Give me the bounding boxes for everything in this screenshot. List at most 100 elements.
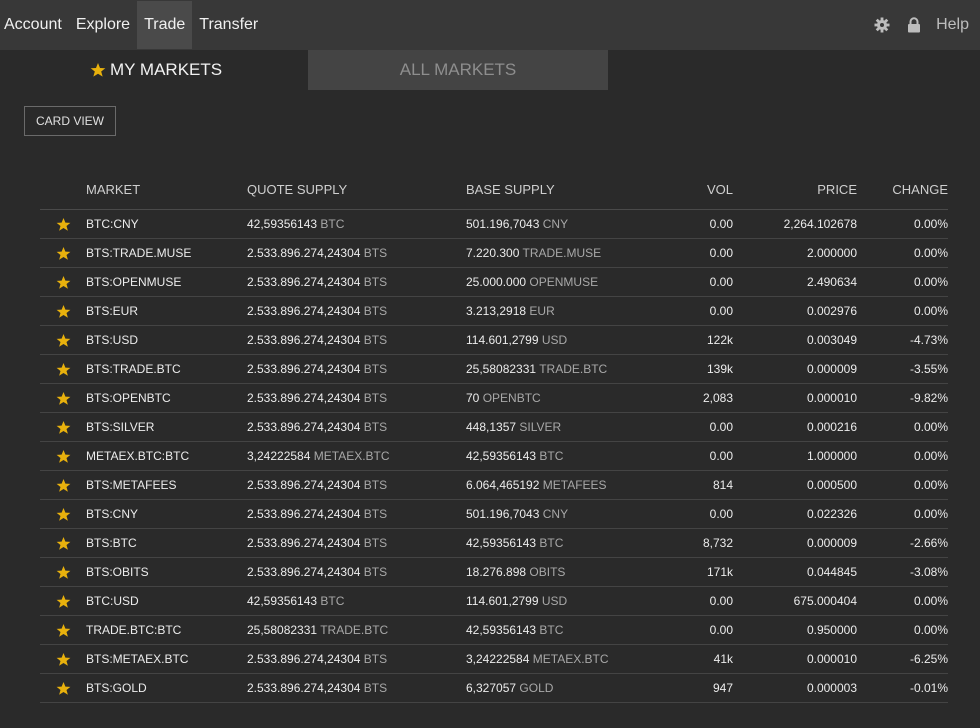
- base-supply: 114.601,2799 USD: [466, 325, 646, 355]
- nav-trade[interactable]: Trade: [137, 1, 193, 49]
- favorite-star-button[interactable]: [40, 238, 86, 268]
- table-row[interactable]: BTS:METAFEES 2.533.896.274,24304 BTS 6.064…: [40, 470, 948, 500]
- settings-button[interactable]: [866, 17, 898, 33]
- favorite-star-button[interactable]: [40, 354, 86, 384]
- market-pair[interactable]: METAEX.BTC:BTC: [86, 441, 247, 471]
- volume: 0.00: [646, 209, 733, 239]
- favorite-star-button[interactable]: [40, 470, 86, 500]
- market-pair[interactable]: BTS:SILVER: [86, 412, 247, 442]
- market-pair[interactable]: BTS:METAFEES: [86, 470, 247, 500]
- market-pair[interactable]: BTS:BTC: [86, 528, 247, 558]
- volume: 814: [646, 470, 733, 500]
- tab-my-markets[interactable]: MY MARKETS: [90, 50, 222, 90]
- table-row[interactable]: METAEX.BTC:BTC 3,24222584 METAEX.BTC 42,59…: [40, 441, 948, 471]
- price: 0.000009: [733, 528, 857, 558]
- base-unit: METAEX.BTC: [532, 652, 609, 666]
- header-market[interactable]: MARKET: [86, 170, 247, 210]
- favorite-star-button[interactable]: [40, 673, 86, 703]
- market-pair[interactable]: BTS:EUR: [86, 296, 247, 326]
- quote-amount: 2.533.896.274,24304: [247, 304, 361, 318]
- favorite-star-button[interactable]: [40, 412, 86, 442]
- price: 0.002976: [733, 296, 857, 326]
- change: -3.08%: [857, 557, 948, 587]
- header-base-supply[interactable]: BASE SUPPLY: [466, 170, 646, 210]
- help-link[interactable]: Help: [930, 16, 980, 34]
- favorite-star-button[interactable]: [40, 441, 86, 471]
- base-supply: 448,1357 SILVER: [466, 412, 646, 442]
- market-pair[interactable]: BTS:TRADE.MUSE: [86, 238, 247, 268]
- quote-unit: BTS: [363, 362, 388, 376]
- market-pair[interactable]: BTS:CNY: [86, 499, 247, 529]
- favorite-star-button[interactable]: [40, 615, 86, 645]
- market-pair[interactable]: BTS:METAEX.BTC: [86, 644, 247, 674]
- table-row[interactable]: BTS:TRADE.BTC 2.533.896.274,24304 BTS 25,5…: [40, 354, 948, 384]
- change: 0.00%: [857, 238, 948, 268]
- header-quote-supply[interactable]: QUOTE SUPPLY: [247, 170, 466, 210]
- quote-amount: 2.533.896.274,24304: [247, 507, 361, 521]
- header-change[interactable]: CHANGE: [857, 170, 948, 210]
- market-pair[interactable]: BTC:CNY: [86, 209, 247, 239]
- star-icon: [56, 623, 70, 637]
- table-row[interactable]: BTC:USD 42,59356143 BTC 114.601,2799 USD 0.…: [40, 586, 948, 616]
- table-row[interactable]: BTS:OBITS 2.533.896.274,24304 BTS 18.276.8…: [40, 557, 948, 587]
- price: 2.000000: [733, 238, 857, 268]
- favorite-star-button[interactable]: [40, 644, 86, 674]
- card-view-button[interactable]: CARD VIEW: [24, 106, 116, 136]
- quote-amount: 42,59356143: [247, 217, 318, 231]
- lock-button[interactable]: [898, 17, 930, 33]
- favorite-star-button[interactable]: [40, 528, 86, 558]
- table-row[interactable]: TRADE.BTC:BTC 25,58082331 TRADE.BTC 42,593…: [40, 615, 948, 645]
- market-pair[interactable]: TRADE.BTC:BTC: [86, 615, 247, 645]
- star-icon: [56, 420, 70, 434]
- price: 675.000404: [733, 586, 857, 616]
- volume: 171k: [646, 557, 733, 587]
- volume: 139k: [646, 354, 733, 384]
- base-supply: 6,327057 GOLD: [466, 673, 646, 703]
- favorite-star-button[interactable]: [40, 209, 86, 239]
- volume: 0.00: [646, 499, 733, 529]
- market-pair[interactable]: BTS:TRADE.BTC: [86, 354, 247, 384]
- change: 0.00%: [857, 296, 948, 326]
- favorite-star-button[interactable]: [40, 499, 86, 529]
- base-supply: 3,24222584 METAEX.BTC: [466, 644, 646, 674]
- table-row[interactable]: BTS:OPENBTC 2.533.896.274,24304 BTS 70 OPE…: [40, 383, 948, 413]
- header-vol[interactable]: VOL: [646, 170, 733, 210]
- favorite-star-button[interactable]: [40, 267, 86, 297]
- table-row[interactable]: BTS:CNY 2.533.896.274,24304 BTS 501.196,70…: [40, 499, 948, 529]
- header-price[interactable]: PRICE: [733, 170, 857, 210]
- nav-transfer[interactable]: Transfer: [192, 1, 265, 49]
- market-pair[interactable]: BTS:OPENMUSE: [86, 267, 247, 297]
- favorite-star-button[interactable]: [40, 296, 86, 326]
- table-row[interactable]: BTS:TRADE.MUSE 2.533.896.274,24304 BTS 7.2…: [40, 238, 948, 268]
- market-pair[interactable]: BTS:OPENBTC: [86, 383, 247, 413]
- base-unit: METAFEES: [542, 478, 607, 492]
- quote-unit: BTS: [363, 478, 388, 492]
- market-pair[interactable]: BTS:OBITS: [86, 557, 247, 587]
- favorite-star-button[interactable]: [40, 383, 86, 413]
- favorite-star-button[interactable]: [40, 325, 86, 355]
- price: 0.000010: [733, 644, 857, 674]
- nav-explore[interactable]: Explore: [69, 1, 137, 49]
- table-row[interactable]: BTS:USD 2.533.896.274,24304 BTS 114.601,27…: [40, 325, 948, 355]
- market-pair[interactable]: BTS:USD: [86, 325, 247, 355]
- nav-account[interactable]: Account: [0, 1, 69, 49]
- change: 0.00%: [857, 615, 948, 645]
- change: -9.82%: [857, 383, 948, 413]
- base-supply: 70 OPENBTC: [466, 383, 646, 413]
- favorite-star-button[interactable]: [40, 557, 86, 587]
- quote-unit: BTS: [363, 507, 388, 521]
- table-row[interactable]: BTS:SILVER 2.533.896.274,24304 BTS 448,135…: [40, 412, 948, 442]
- base-unit: OBITS: [529, 565, 566, 579]
- market-pair[interactable]: BTC:USD: [86, 586, 247, 616]
- table-row[interactable]: BTS:BTC 2.533.896.274,24304 BTS 42,5935614…: [40, 528, 948, 558]
- base-supply: 114.601,2799 USD: [466, 586, 646, 616]
- table-row[interactable]: BTS:METAEX.BTC 2.533.896.274,24304 BTS 3,2…: [40, 644, 948, 674]
- tab-all-markets[interactable]: ALL MARKETS: [308, 50, 608, 90]
- table-row[interactable]: BTS:OPENMUSE 2.533.896.274,24304 BTS 25.00…: [40, 267, 948, 297]
- favorite-star-button[interactable]: [40, 586, 86, 616]
- table-row[interactable]: BTS:EUR 2.533.896.274,24304 BTS 3.213,2918…: [40, 296, 948, 326]
- table-row[interactable]: BTC:CNY 42,59356143 BTC 501.196,7043 CNY 0.…: [40, 209, 948, 239]
- base-amount: 42,59356143: [466, 449, 537, 463]
- market-pair[interactable]: BTS:GOLD: [86, 673, 247, 703]
- table-row[interactable]: BTS:GOLD 2.533.896.274,24304 BTS 6,327057 …: [40, 673, 948, 703]
